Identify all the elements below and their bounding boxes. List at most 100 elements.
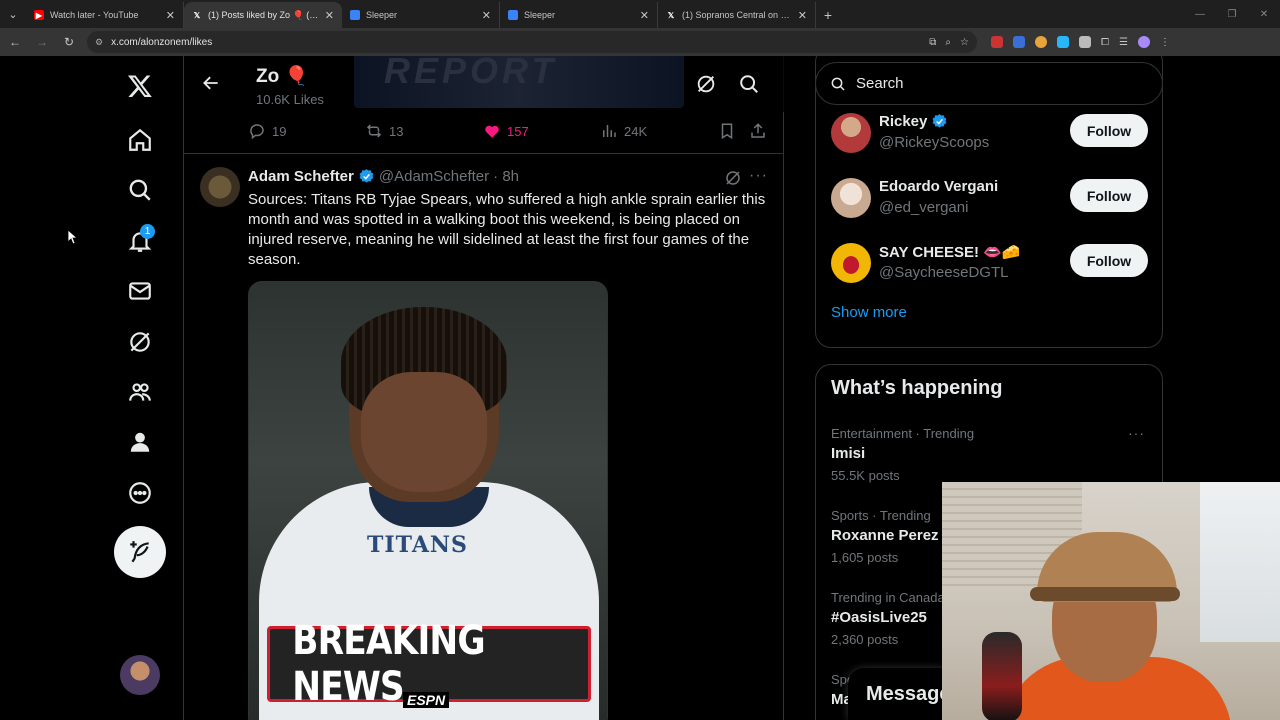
profile-icon[interactable]: [115, 417, 165, 467]
grok-explain-icon[interactable]: [724, 169, 742, 187]
share-button[interactable]: [749, 122, 767, 140]
repost-button[interactable]: 13: [365, 122, 403, 140]
profile-name-title: Zo 🎈: [256, 66, 309, 87]
address-bar[interactable]: ⚙ x.com/alonzonem/likes ⧉ ⌕ ☆: [87, 31, 977, 53]
tweet-more-options-icon[interactable]: ···: [749, 167, 768, 185]
back-arrow-icon[interactable]: ←: [3, 30, 27, 54]
extension-icon[interactable]: [1035, 36, 1047, 48]
back-arrow-icon[interactable]: [198, 70, 224, 96]
messages-label: Messages: [866, 682, 944, 705]
tweet-image[interactable]: TITANS BREAKING NEWS ESPN: [248, 281, 608, 720]
follow-suggestion[interactable]: SAY CHEESE! 👄🧀 @SaycheeseDGTL Follow: [831, 243, 1149, 303]
view-count: 24K: [624, 123, 648, 139]
tweet-author-avatar[interactable]: [200, 167, 240, 207]
extension-icon[interactable]: [1013, 36, 1025, 48]
minimize-icon[interactable]: —: [1184, 0, 1216, 28]
tweet-author-handle[interactable]: @AdamSchefter: [379, 168, 489, 185]
suggestion-avatar[interactable]: [831, 113, 871, 153]
verified-badge-icon: [359, 169, 374, 183]
views-button[interactable]: 24K: [600, 122, 647, 140]
views-chart-icon: [603, 125, 616, 137]
messages-envelope-icon[interactable]: [115, 266, 165, 316]
suggestion-name[interactable]: SAY CHEESE! 👄🧀: [879, 243, 1021, 261]
bookmark-star-icon[interactable]: ☆: [960, 37, 969, 48]
extension-icon[interactable]: [1079, 36, 1091, 48]
tab-search-button[interactable]: ⌄: [0, 0, 26, 28]
grok-icon[interactable]: [115, 317, 165, 367]
compose-post-button[interactable]: [114, 526, 166, 578]
close-tab-icon[interactable]: ✕: [798, 9, 807, 22]
feather-plus-icon: [130, 541, 149, 563]
close-tab-icon[interactable]: ✕: [166, 9, 175, 22]
trend-more-icon[interactable]: ···: [1128, 425, 1145, 441]
browser-menu-icon[interactable]: ⋮: [1160, 37, 1170, 48]
bright-window: [1200, 482, 1280, 642]
messages-drawer[interactable]: Messages: [848, 668, 944, 720]
suggestion-name[interactable]: Rickey: [879, 113, 927, 130]
maximize-icon[interactable]: ❐: [1216, 0, 1248, 28]
player-face: [361, 372, 487, 492]
follow-suggestion[interactable]: Rickey @RickeyScoops Follow: [831, 113, 1149, 173]
espn-logo: ESPN: [403, 692, 450, 708]
extension-icon[interactable]: [991, 36, 1003, 48]
close-tab-icon[interactable]: ✕: [640, 9, 649, 22]
bookmark-button[interactable]: [718, 122, 736, 140]
left-navigation: 1: [0, 56, 184, 720]
tab-title: Sleeper: [366, 10, 398, 20]
install-app-icon[interactable]: ⧉: [929, 37, 936, 48]
show-more-link[interactable]: Show more: [831, 304, 907, 321]
follow-button[interactable]: Follow: [1070, 114, 1148, 147]
suggestion-handle: @ed_vergani: [879, 199, 969, 216]
notifications-bell-icon[interactable]: 1: [115, 216, 165, 266]
share-upload-icon: [751, 123, 765, 138]
reply-button[interactable]: 19: [248, 122, 286, 140]
header-background-image: REPORT: [354, 56, 684, 108]
tweet-timestamp[interactable]: · 8h: [493, 168, 519, 185]
browser-tab[interactable]: Sleeper ✕: [342, 2, 500, 28]
extension-icon[interactable]: [1057, 36, 1069, 48]
reply-count: 19: [272, 123, 287, 139]
search-box[interactable]: Search: [815, 62, 1163, 105]
tweet-author-name[interactable]: Adam Schefter: [248, 168, 354, 185]
more-options-icon[interactable]: [115, 468, 165, 518]
explore-search-icon[interactable]: [115, 165, 165, 215]
grok-icon[interactable]: [695, 73, 717, 95]
suggestion-avatar[interactable]: [831, 243, 871, 283]
home-icon[interactable]: [115, 115, 165, 165]
search-icon[interactable]: [738, 73, 760, 95]
follow-button[interactable]: Follow: [1070, 244, 1148, 277]
browser-tab[interactable]: ▶ Watch later - YouTube ✕: [26, 2, 184, 28]
window-controls: — ❐ ✕: [1184, 0, 1280, 28]
site-info-icon[interactable]: ⚙: [95, 37, 103, 48]
close-tab-icon[interactable]: ✕: [325, 9, 334, 22]
suggestion-avatar[interactable]: [831, 178, 871, 218]
like-button[interactable]: 157: [483, 122, 529, 140]
reading-list-icon[interactable]: ☰: [1119, 37, 1128, 48]
browser-tab[interactable]: Sleeper ✕: [500, 2, 658, 28]
forward-arrow-icon[interactable]: →: [30, 30, 54, 54]
repost-icon: [366, 124, 382, 138]
browser-toolbar: ← → ↻ ⚙ x.com/alonzonem/likes ⧉ ⌕ ☆ ⧠ ☰ …: [0, 28, 1280, 56]
like-count: 157: [507, 123, 529, 139]
tweet-header: Adam Schefter @AdamSchefter · 8h: [248, 168, 519, 185]
suggestion-name[interactable]: Edoardo Vergani: [879, 178, 998, 195]
follow-button[interactable]: Follow: [1070, 179, 1148, 212]
follow-suggestion[interactable]: Edoardo Vergani @ed_vergani Follow: [831, 178, 1149, 238]
profile-avatar-icon[interactable]: [1137, 36, 1150, 48]
browser-tab-active[interactable]: 𝕏 (1) Posts liked by Zo 🎈 (@alon ✕: [184, 2, 342, 28]
breaking-news-banner: BREAKING NEWS: [267, 618, 591, 710]
new-tab-button[interactable]: +: [816, 2, 840, 28]
zoom-icon[interactable]: ⌕: [945, 37, 951, 48]
account-avatar[interactable]: [120, 655, 160, 695]
microphone: [982, 632, 1022, 720]
x-logo-icon[interactable]: [115, 61, 165, 111]
communities-icon[interactable]: [115, 367, 165, 417]
browser-tab[interactable]: 𝕏 (1) Sopranos Central on X: "Thi ✕: [658, 2, 816, 28]
extensions-puzzle-icon[interactable]: ⧠: [1101, 37, 1109, 48]
close-tab-icon[interactable]: ✕: [482, 9, 491, 22]
trend-name: Imisi: [831, 445, 866, 462]
notification-count-badge: 1: [140, 224, 155, 239]
window-close-icon[interactable]: ✕: [1248, 0, 1280, 28]
tweet[interactable]: Adam Schefter @AdamSchefter · 8h ··· Sou…: [184, 155, 784, 720]
reload-icon[interactable]: ↻: [57, 30, 81, 54]
